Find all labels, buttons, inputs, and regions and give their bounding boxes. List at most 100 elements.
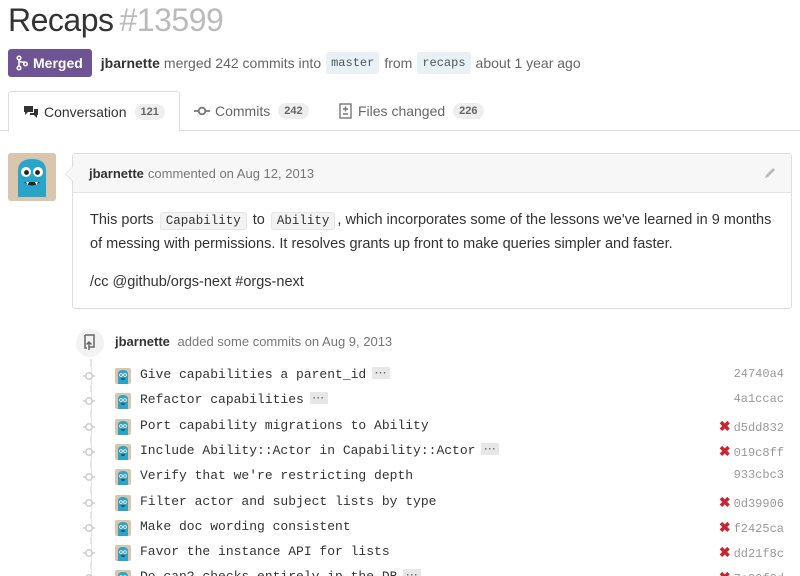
commit-message-wrap: Favor the instance API for lists	[140, 544, 390, 559]
commit-author-avatar[interactable]	[115, 520, 131, 536]
commit-author-avatar[interactable]	[115, 444, 131, 460]
pencil-icon[interactable]	[763, 166, 777, 183]
commit-message[interactable]: Verify that we're restricting depth	[140, 468, 413, 483]
commit-message-wrap: Include Ability::Actor in Capability::Ac…	[140, 443, 500, 458]
base-branch[interactable]: master	[326, 52, 380, 74]
commit-author-avatar[interactable]	[115, 545, 131, 561]
commit-ellipsis-button[interactable]: ···	[481, 443, 500, 455]
pr-title-row: Recaps #13599	[8, 2, 224, 44]
avatar[interactable]	[8, 153, 56, 201]
commit-dot-icon	[80, 418, 98, 441]
git-merge-icon	[16, 55, 28, 71]
comment-cc: /cc @github/orgs-next #orgs-next	[90, 274, 304, 290]
commit-sha[interactable]: d5dd832	[734, 421, 784, 435]
commit-message-wrap: Verify that we're restricting depth	[140, 468, 413, 483]
commit-message-wrap: Make doc wording consistent	[140, 519, 351, 534]
commit-message[interactable]: Give capabilities a parent_id	[140, 367, 366, 382]
commit-row: Make doc wording consistent ✖ f2425ca	[80, 516, 792, 541]
commit-sha[interactable]: f2425ca	[734, 522, 784, 536]
commit-message[interactable]: Include Ability::Actor in Capability::Ac…	[140, 443, 475, 458]
git-commit-icon	[194, 106, 210, 116]
commit-author-avatar[interactable]	[115, 469, 131, 485]
commit-sha[interactable]: 933cbc3	[734, 468, 784, 482]
comment-body: This ports Capability to Ability, which …	[73, 193, 791, 294]
commit-sha-wrap: ✖ 0d39906	[719, 494, 784, 511]
commit-dot-icon	[80, 494, 98, 517]
commit-dot-icon	[80, 367, 98, 390]
commit-message-wrap: Filter actor and subject lists by type	[140, 494, 436, 509]
pr-author-link[interactable]: jbarnette	[101, 55, 160, 71]
monster-avatar-icon	[8, 153, 56, 201]
commit-author-avatar[interactable]	[115, 368, 131, 384]
commit-sha-wrap: ✖ 019c8ff	[719, 443, 784, 460]
comment-box: jbarnette commented on Aug 12, 2013 This…	[65, 153, 792, 309]
commit-ellipsis-button[interactable]: ···	[372, 367, 391, 379]
commit-author-avatar[interactable]	[115, 495, 131, 511]
commits-event: jbarnette added some commits on Aug 9, 2…	[115, 334, 392, 349]
commit-message[interactable]: Port capability migrations to Ability	[140, 418, 429, 433]
commit-sha[interactable]: 4a1ccac	[734, 392, 784, 406]
event-description: added some commits on Aug 9, 2013	[177, 334, 393, 349]
commit-sha-wrap: 933cbc3	[734, 468, 784, 482]
commit-message[interactable]: Do can? checks entirely in the DB	[140, 569, 397, 576]
commit-sha[interactable]: 019c8ff	[734, 446, 784, 460]
commit-dot-icon	[80, 569, 98, 576]
commit-sha[interactable]: 0d39906	[734, 497, 784, 511]
comment-author-link[interactable]: jbarnette	[89, 166, 144, 181]
tab-conversation-label: Conversation	[44, 103, 127, 120]
comment-text-1: This ports	[90, 212, 154, 228]
commit-author-avatar[interactable]	[115, 570, 131, 576]
commit-dot-icon	[80, 468, 98, 491]
tab-files-changed[interactable]: Files changed 226	[325, 91, 498, 131]
merge-time[interactable]: about 1 year ago	[476, 55, 581, 71]
event-badge	[74, 327, 106, 359]
commit-dot-icon	[80, 392, 98, 415]
comment-text-2: to	[252, 212, 265, 228]
build-failed-icon[interactable]: ✖	[719, 443, 731, 459]
commit-row: Include Ability::Actor in Capability::Ac…	[80, 440, 792, 465]
tab-commits-count: 242	[278, 103, 309, 119]
inline-code-capability: Capability	[159, 212, 247, 230]
build-failed-icon[interactable]: ✖	[719, 544, 731, 560]
commit-message[interactable]: Favor the instance API for lists	[140, 544, 390, 559]
commit-dot-icon	[80, 443, 98, 466]
commit-row: Give capabilities a parent_id ··· 24740a4	[80, 364, 792, 389]
commit-message[interactable]: Filter actor and subject lists by type	[140, 494, 436, 509]
tab-commits[interactable]: Commits 242	[180, 91, 323, 131]
commit-author-avatar[interactable]	[115, 419, 131, 435]
tab-conversation-count: 121	[134, 103, 165, 120]
pr-number: #13599	[119, 2, 224, 38]
commit-sha-wrap: ✖ dd21f8c	[719, 544, 784, 561]
build-failed-icon[interactable]: ✖	[719, 569, 731, 576]
commit-ellipsis-button[interactable]: ···	[309, 392, 328, 404]
from-text: from	[384, 55, 413, 71]
commit-message-wrap: Give capabilities a parent_id ···	[140, 367, 391, 382]
build-failed-icon[interactable]: ✖	[719, 418, 731, 434]
comment-paragraph: This ports Capability to Ability, which …	[90, 209, 775, 256]
pr-meta: Merged jbarnette merged 242 commits into…	[8, 49, 581, 77]
comment-action[interactable]: commented on Aug 12, 2013	[148, 166, 314, 181]
commit-message[interactable]: Make doc wording consistent	[140, 519, 351, 534]
diff-icon	[339, 103, 353, 119]
commit-author-avatar[interactable]	[115, 393, 131, 409]
commit-sha[interactable]: 7e22f2d	[734, 572, 784, 576]
tab-commits-label: Commits	[215, 103, 271, 119]
commit-row: Filter actor and subject lists by type ✖…	[80, 491, 792, 516]
merged-label: Merged	[33, 55, 83, 71]
build-failed-icon[interactable]: ✖	[719, 519, 731, 535]
commit-message[interactable]: Refactor capabilities	[140, 392, 304, 407]
event-author-link[interactable]: jbarnette	[115, 334, 170, 349]
commit-message-wrap: Port capability migrations to Ability	[140, 418, 429, 433]
commit-sha-wrap: ✖ d5dd832	[719, 418, 784, 435]
tab-conversation[interactable]: Conversation 121	[8, 91, 180, 132]
merged-badge: Merged	[8, 49, 92, 77]
commit-sha-wrap: 4a1ccac	[734, 392, 784, 406]
head-branch[interactable]: recaps	[417, 52, 471, 74]
commit-sha[interactable]: 24740a4	[734, 367, 784, 381]
inline-code-ability: Ability	[270, 212, 336, 230]
commit-message-wrap: Do can? checks entirely in the DB ···	[140, 569, 422, 576]
commit-sha[interactable]: dd21f8c	[734, 547, 784, 561]
commit-ellipsis-button[interactable]: ···	[403, 569, 422, 576]
commit-row: Favor the instance API for lists ✖ dd21f8…	[80, 541, 792, 566]
build-failed-icon[interactable]: ✖	[719, 494, 731, 510]
